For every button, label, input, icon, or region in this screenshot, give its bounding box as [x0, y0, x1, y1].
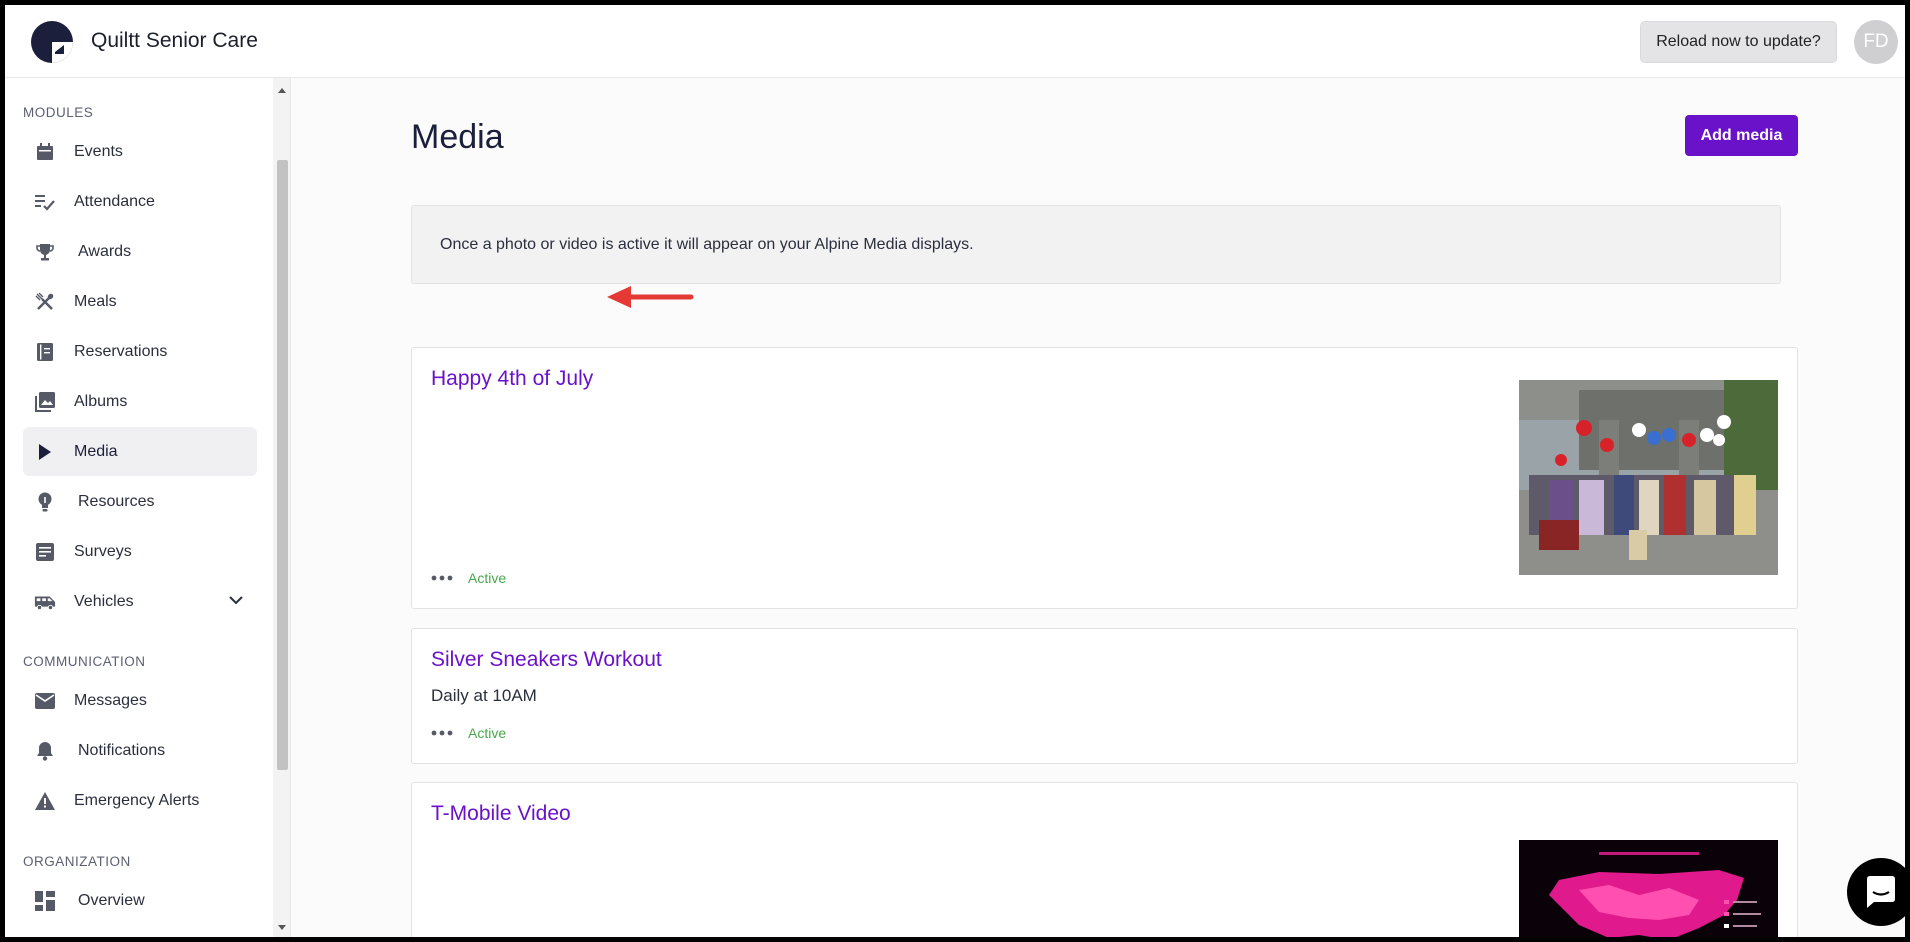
- section-label-modules: MODULES: [23, 105, 94, 120]
- info-text: Once a photo or video is active it will …: [440, 235, 974, 253]
- app-title: Quiltt Senior Care: [91, 29, 258, 52]
- sidebar-item-reservations[interactable]: Reservations: [23, 327, 257, 376]
- sidebar-item-emergency-alerts[interactable]: Emergency Alerts: [23, 776, 257, 825]
- sidebar-item-events[interactable]: Events: [23, 127, 257, 176]
- more-options-icon[interactable]: [431, 571, 453, 585]
- media-card-footer: Active: [431, 570, 506, 586]
- sidebar-item-overview[interactable]: Overview: [23, 876, 257, 925]
- more-options-icon[interactable]: [431, 726, 453, 740]
- utensils-icon: [34, 291, 56, 313]
- add-media-button[interactable]: Add media: [1685, 115, 1798, 156]
- scroll-up-icon[interactable]: [277, 85, 287, 95]
- lightbulb-icon: [34, 491, 56, 513]
- book-icon: [34, 341, 56, 363]
- status-badge: Active: [468, 570, 507, 586]
- top-bar: Quiltt Senior Care Reload now to update?…: [5, 5, 1905, 78]
- media-card[interactable]: Happy 4th of July Active: [411, 347, 1798, 609]
- survey-icon: [34, 541, 56, 563]
- sidebar-item-messages[interactable]: Messages: [23, 676, 257, 725]
- sidebar-item-label: Albums: [74, 392, 128, 410]
- sidebar-item-label: Reservations: [74, 342, 168, 360]
- mail-icon: [34, 690, 56, 712]
- coverage-map-video-image: [1519, 840, 1778, 937]
- media-card[interactable]: T-Mobile Video: [411, 782, 1798, 937]
- sidebar-item-label: Emergency Alerts: [74, 791, 200, 809]
- trophy-icon: [34, 241, 56, 263]
- bus-icon: [34, 591, 56, 613]
- play-icon: [34, 441, 56, 463]
- bell-icon: [34, 740, 56, 762]
- warning-icon: [34, 790, 56, 812]
- sidebar-scrollbar-thumb[interactable]: [277, 160, 288, 770]
- sidebar-item-resources[interactable]: Resources: [23, 477, 257, 526]
- dashboard-icon: [34, 890, 56, 912]
- chevron-down-icon[interactable]: [229, 592, 243, 610]
- media-card-footer: Active: [431, 725, 506, 741]
- media-card-title[interactable]: Happy 4th of July: [431, 367, 593, 391]
- sidebar-item-surveys[interactable]: Surveys: [23, 527, 257, 576]
- sidebar-item-vehicles[interactable]: Vehicles: [23, 577, 257, 626]
- photos-icon: [34, 391, 56, 413]
- media-card-title[interactable]: Silver Sneakers Workout: [431, 648, 662, 672]
- sidebar-item-label: Surveys: [74, 542, 132, 560]
- media-card-title[interactable]: T-Mobile Video: [431, 802, 571, 826]
- quiltt-logo-icon: [31, 21, 73, 63]
- sidebar-item-label: Awards: [78, 242, 132, 260]
- sidebar-item-attendance[interactable]: Attendance: [23, 177, 257, 226]
- media-thumbnail[interactable]: [1519, 840, 1778, 937]
- sidebar-item-label: Resources: [78, 492, 155, 510]
- section-label-communication: COMMUNICATION: [23, 654, 146, 669]
- app-window: Quiltt Senior Care Reload now to update?…: [5, 5, 1905, 937]
- section-label-organization: ORGANIZATION: [23, 854, 131, 869]
- checklist-icon: [34, 191, 56, 213]
- sidebar-item-meals[interactable]: Meals: [23, 277, 257, 326]
- sidebar-item-label: Overview: [78, 891, 145, 909]
- sidebar-item-label: Messages: [74, 691, 147, 709]
- main-content: Media Add media Once a photo or video is…: [292, 78, 1905, 937]
- sidebar-item-label: Vehicles: [74, 592, 134, 610]
- sidebar-item-label: Media: [74, 442, 118, 460]
- sidebar-item-notifications[interactable]: Notifications: [23, 726, 257, 775]
- status-badge: Active: [468, 725, 507, 741]
- sidebar-item-awards[interactable]: Awards: [23, 227, 257, 276]
- user-avatar[interactable]: FD: [1854, 20, 1898, 64]
- annotation-arrow-icon: [607, 286, 694, 308]
- calendar-icon: [34, 141, 56, 163]
- media-card-subtitle: Daily at 10AM: [431, 686, 537, 705]
- sidebar-item-media[interactable]: Media: [23, 427, 257, 476]
- sidebar: MODULES Events Attendance Awards Meals R…: [5, 78, 273, 937]
- chat-icon: [1867, 876, 1895, 908]
- media-thumbnail[interactable]: [1519, 380, 1778, 575]
- media-card[interactable]: Silver Sneakers Workout Daily at 10AM Ac…: [411, 628, 1798, 764]
- info-banner: Once a photo or video is active it will …: [411, 205, 1781, 284]
- page-title: Media: [411, 118, 504, 156]
- reload-button[interactable]: Reload now to update?: [1640, 21, 1837, 63]
- sidebar-item-label: Meals: [74, 292, 117, 310]
- scroll-down-icon[interactable]: [277, 923, 287, 933]
- sidebar-item-albums[interactable]: Albums: [23, 377, 257, 426]
- balloons-photo-image: [1519, 380, 1778, 575]
- sidebar-item-label: Attendance: [74, 192, 155, 210]
- sidebar-item-label: Notifications: [78, 741, 166, 759]
- sidebar-item-label: Events: [74, 142, 123, 160]
